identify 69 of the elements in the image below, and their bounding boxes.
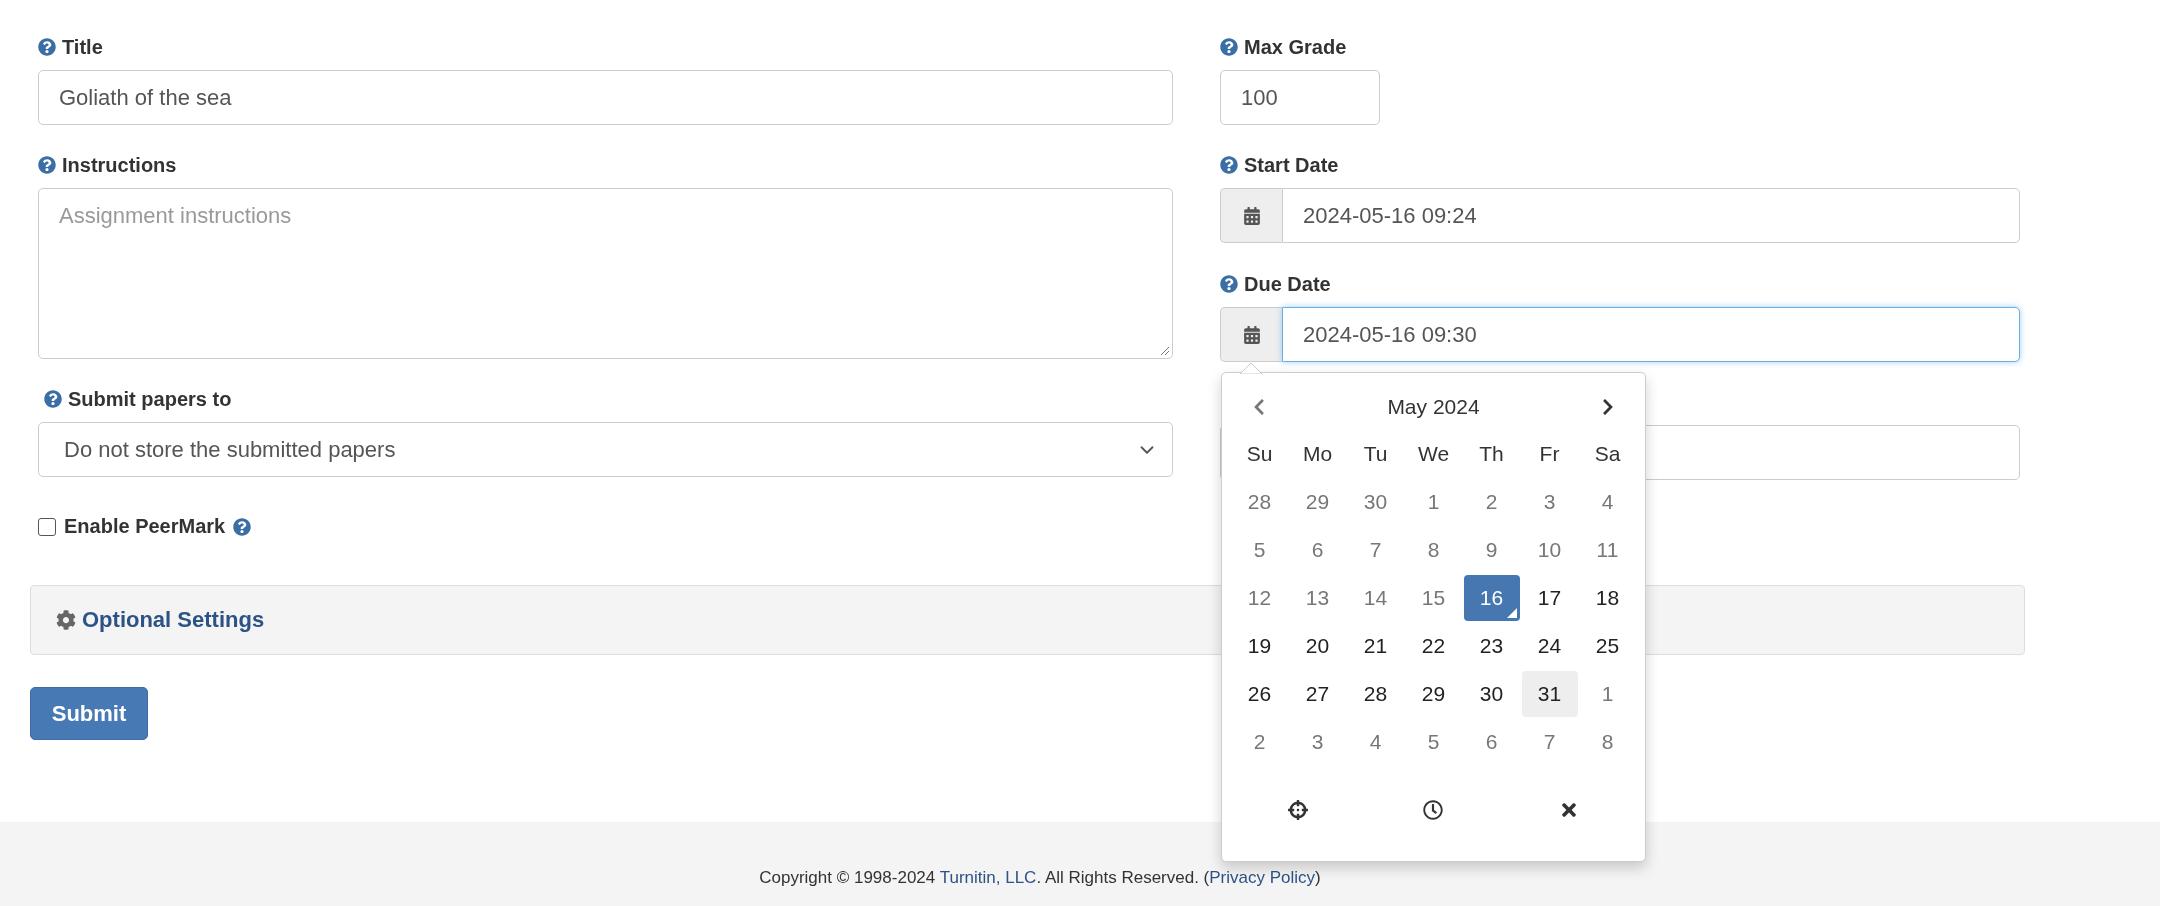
calendar-day[interactable]: 1 — [1579, 671, 1636, 717]
help-icon[interactable] — [1220, 275, 1238, 293]
calendar-day[interactable]: 29 — [1405, 671, 1462, 717]
calendar-day[interactable]: 4 — [1579, 479, 1636, 525]
calendar-day[interactable]: 3 — [1289, 719, 1346, 765]
start-date-input[interactable]: 2024-05-16 09:24 — [1282, 188, 2020, 243]
resize-grip-icon[interactable] — [1158, 344, 1170, 356]
calendar-day[interactable]: 5 — [1231, 527, 1288, 573]
field-label: Title — [62, 35, 103, 59]
month-title[interactable]: May 2024 — [1288, 394, 1579, 419]
weekday-label: Th — [1478, 441, 1505, 467]
weekday-label: Tu — [1362, 441, 1389, 467]
calendar-day[interactable]: 7 — [1521, 719, 1578, 765]
submit-button[interactable]: Submit — [30, 687, 148, 740]
copyright-text: Copyright © 1998-2024 Turnitin, LLC. All Rights Reserved. (Privacy Policy) — [759, 868, 1321, 889]
calendar-day[interactable]: 28 — [1347, 671, 1404, 717]
today-corner-icon — [1506, 608, 1517, 618]
peermark-checkbox[interactable] — [38, 517, 56, 536]
company-link[interactable]: Turnitin, LLC — [939, 868, 1037, 887]
calendar-day[interactable]: 1 — [1405, 479, 1462, 525]
weekday-label: Mo — [1301, 441, 1334, 467]
calendar-day[interactable]: 6 — [1463, 719, 1520, 765]
calendar-day[interactable]: 6 — [1289, 527, 1346, 573]
submit-papers-select[interactable]: Do not store the submitted papers — [38, 422, 1173, 477]
calendar-icon — [1242, 325, 1261, 344]
privacy-policy-link[interactable]: Privacy Policy — [1209, 868, 1316, 887]
field-label: Instructions — [62, 153, 177, 177]
max-grade-input[interactable]: 100 — [1220, 70, 1380, 125]
calendar-day[interactable]: 27 — [1289, 671, 1346, 717]
weekday-label: We — [1416, 441, 1451, 467]
calendar-day[interactable]: 3 — [1521, 479, 1578, 525]
weekday-label: Su — [1245, 441, 1274, 467]
calendar-day[interactable]: 11 — [1579, 527, 1636, 573]
calendar-day[interactable]: 30 — [1347, 479, 1404, 525]
checkbox-label: Enable PeerMark — [64, 515, 226, 538]
calendar-day[interactable]: 10 — [1521, 527, 1578, 573]
calendar-day[interactable]: 26 — [1231, 671, 1288, 717]
help-icon[interactable] — [1220, 38, 1238, 56]
settings-icon — [56, 610, 76, 630]
field-label: Start Date — [1244, 153, 1339, 177]
field-label: Max Grade — [1244, 35, 1347, 59]
weekday-label: Fr — [1538, 441, 1561, 467]
help-icon[interactable] — [38, 156, 56, 174]
calendar-button[interactable] — [1220, 307, 1282, 362]
weekday-label: Sa — [1593, 441, 1622, 467]
calendar-day[interactable]: 30 — [1463, 671, 1520, 717]
title-input[interactable]: Goliath of the sea — [38, 70, 1173, 125]
calendar-day[interactable]: 16 — [1463, 575, 1520, 621]
calendar-day[interactable]: 8 — [1579, 719, 1636, 765]
calendar-day[interactable]: 2 — [1231, 719, 1288, 765]
calendar-day[interactable]: 28 — [1231, 479, 1288, 525]
calendar-day[interactable]: 29 — [1289, 479, 1346, 525]
field-label: Due Date — [1244, 272, 1331, 296]
help-icon[interactable] — [44, 390, 62, 408]
instructions-textarea[interactable]: Assignment instructions — [38, 188, 1173, 359]
due-date-input[interactable]: 2024-05-16 09:30 — [1282, 307, 2020, 362]
field-label: Submit papers to — [68, 387, 232, 411]
calendar-day[interactable]: 8 — [1405, 527, 1462, 573]
calendar-icon — [1242, 206, 1261, 225]
calendar-day[interactable]: 2 — [1463, 479, 1520, 525]
help-icon[interactable] — [38, 38, 56, 56]
calendar-day[interactable]: 7 — [1347, 527, 1404, 573]
help-icon[interactable] — [1220, 156, 1238, 174]
calendar-day[interactable]: 4 — [1347, 719, 1404, 765]
calendar-day[interactable]: 31 — [1521, 671, 1578, 717]
calendar-button[interactable] — [1220, 188, 1282, 243]
calendar-day[interactable]: 5 — [1405, 719, 1462, 765]
help-icon[interactable] — [233, 517, 252, 536]
calendar-day[interactable]: 9 — [1463, 527, 1520, 573]
